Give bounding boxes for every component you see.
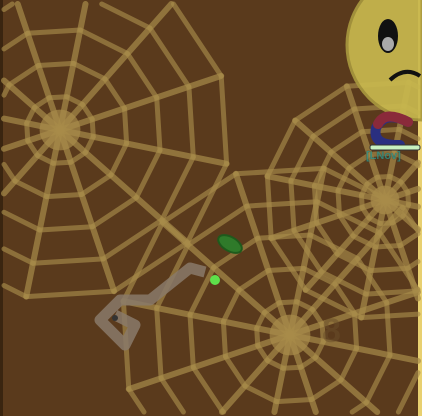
web-center: [39, 109, 81, 151]
web-center: [269, 314, 311, 356]
web-ring: [276, 299, 300, 306]
game-canvas[interactable]: 8 [LNov]: [0, 0, 422, 416]
web-ring: [25, 27, 83, 36]
player-dot: [210, 275, 220, 285]
web-ring: [384, 300, 393, 358]
web-ring: [35, 60, 76, 68]
web-ring: [122, 105, 130, 146]
web-center: [370, 185, 400, 215]
web-ring: [37, 224, 95, 233]
web-ring: [274, 397, 315, 405]
faint-marker: 8: [322, 312, 341, 350]
web-ring: [358, 311, 421, 321]
web-ring: [288, 178, 297, 233]
web-ring: [311, 183, 320, 226]
web-ring: [335, 188, 342, 218]
web-ring: [405, 189, 411, 208]
web-ring: [373, 243, 403, 250]
web-ring: [368, 265, 411, 274]
web-ring: [187, 312, 196, 370]
web-ring: [50, 159, 74, 166]
web-ring: [352, 310, 360, 351]
web-ring: [44, 192, 85, 200]
web-ring: [89, 116, 96, 140]
web-ring: [363, 288, 418, 297]
web-ring: [154, 95, 163, 153]
web-ring: [254, 325, 261, 349]
web-ring: [46, 94, 70, 101]
web-ring: [24, 120, 31, 144]
web-ring: [280, 364, 304, 371]
player-tag: [LNov]: [366, 150, 401, 162]
web-ring: [220, 319, 228, 360]
web-ring: [414, 161, 421, 169]
game-scene: 8: [0, 0, 422, 416]
web-ring: [265, 265, 306, 273]
